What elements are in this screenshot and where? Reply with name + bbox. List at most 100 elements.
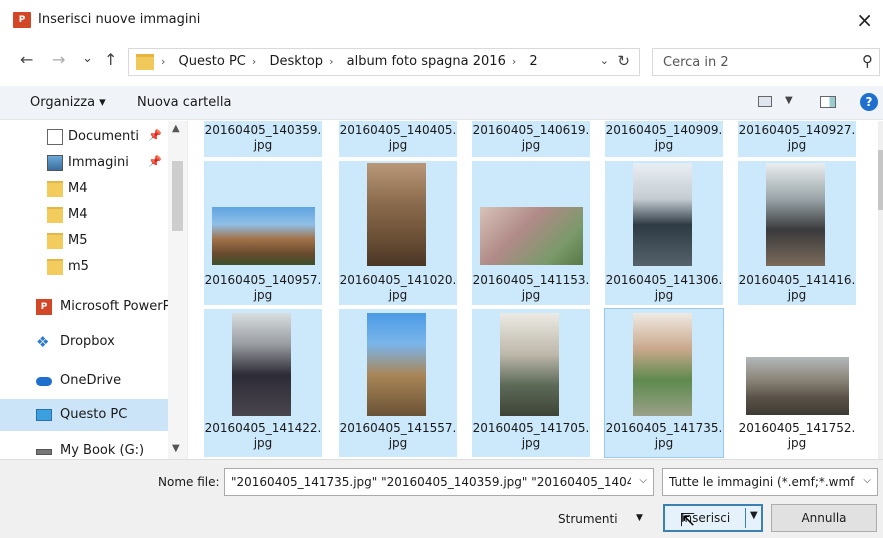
file-extension: jpg [654, 436, 674, 450]
breadcrumb-item[interactable]: Questo PC [179, 54, 246, 69]
file-tile[interactable]: 20160405_140957. jpg [204, 161, 322, 305]
image-thumbnail [367, 313, 426, 416]
filename-label: Nome file: [158, 475, 220, 489]
folder-icon [47, 233, 63, 249]
breadcrumb-item[interactable]: album foto spagna 2016 [347, 54, 506, 69]
scroll-down-icon[interactable]: ▼ [172, 443, 180, 454]
chevron-down-icon[interactable]: ▼ [636, 513, 643, 523]
chevron-down-icon[interactable]: ▼ [750, 510, 758, 521]
file-name: 20160405_141735. [605, 421, 723, 435]
address-bar[interactable]: › Questo PC › Desktop › album foto spagna … [128, 48, 640, 76]
navigation-bar: ← → ⌄ ↑ › Questo PC › Desktop › album foto… [0, 44, 883, 78]
up-arrow-icon[interactable]: ↑ [104, 50, 117, 69]
file-extension: jpg [388, 138, 408, 152]
insert-button[interactable]: Inserisci ▼ [663, 504, 763, 532]
forward-arrow-icon[interactable]: → [52, 50, 65, 69]
dropbox-icon: ❖ [36, 333, 50, 351]
folder-icon [136, 54, 154, 70]
sidebar-item-label: m5 [68, 259, 89, 274]
powerpoint-icon: P [36, 299, 52, 315]
sidebar-item-m5-lower[interactable]: m5 [0, 251, 168, 283]
file-name: 20160405_140927. [738, 123, 856, 137]
chevron-down-icon[interactable]: ▼ [785, 95, 793, 106]
organize-button[interactable]: Organizza ▾ [30, 95, 106, 110]
file-tile[interactable]: 20160405_141557. jpg [339, 309, 457, 457]
sidebar-item-questo-pc[interactable]: Questo PC [0, 399, 168, 431]
file-extension: jpg [787, 288, 807, 302]
file-extension: jpg [654, 288, 674, 302]
search-input[interactable]: Cerca in 2 ⚲ [652, 48, 880, 76]
file-name: 20160405_141752. [738, 421, 856, 435]
new-folder-button[interactable]: Nuova cartella [137, 95, 231, 110]
file-name: 20160405_140909. [605, 123, 723, 137]
file-extension: jpg [787, 436, 807, 450]
sidebar-item-label: Questo PC [60, 407, 128, 422]
cancel-button[interactable]: Annulla [771, 504, 877, 532]
folder-icon [47, 259, 63, 275]
file-name: 20160405_140359. [204, 123, 322, 137]
file-name: 20160405_140957. [204, 273, 322, 287]
image-thumbnail [633, 163, 692, 266]
breadcrumb-item[interactable]: 2 [529, 54, 537, 69]
image-thumbnail [500, 313, 559, 416]
file-tile[interactable]: 20160405_140619. jpg [472, 121, 590, 157]
file-name: 20160405_141416. [738, 273, 856, 287]
file-tile[interactable]: 20160405_141153. jpg [472, 161, 590, 305]
file-tile[interactable]: 20160405_141735. jpg [604, 308, 724, 458]
chevron-down-icon[interactable]: ⌄ [600, 54, 609, 67]
image-thumbnail [633, 313, 692, 416]
file-tile[interactable]: 20160405_140359. jpg [204, 121, 322, 157]
sidebar-item-powerpoint[interactable]: P Microsoft PowerP [0, 291, 171, 323]
folder-icon [47, 181, 63, 197]
sidebar-item-label: Microsoft PowerP [60, 299, 171, 314]
powerpoint-icon: P [13, 12, 31, 28]
sidebar-item-label: My Book (G:) [60, 443, 145, 458]
pin-icon[interactable]: 📌 [148, 129, 162, 142]
view-options-icon[interactable] [758, 96, 772, 107]
back-arrow-icon[interactable]: ← [20, 50, 33, 69]
sidebar-scrollbar-thumb[interactable] [172, 161, 183, 231]
sidebar-item-onedrive[interactable]: OneDrive [0, 365, 168, 397]
filename-value[interactable]: "20160405_141735.jpg" "20160405_140359.j… [231, 475, 631, 489]
help-icon[interactable]: ? [860, 93, 878, 111]
file-name: 20160405_140619. [472, 123, 590, 137]
file-type-value: Tutte le immagini (*.emf;*.wmf [669, 475, 855, 489]
sidebar-item-dropbox[interactable]: ❖ Dropbox [0, 326, 168, 358]
file-extension: jpg [521, 436, 541, 450]
documents-icon [47, 129, 63, 145]
close-icon[interactable]: × [856, 8, 873, 32]
preview-pane-icon[interactable] [820, 96, 836, 108]
search-icon[interactable]: ⚲ [862, 52, 873, 70]
sidebar-item-label: M4 [68, 181, 88, 196]
file-extension: jpg [521, 138, 541, 152]
cancel-label: Annulla [801, 511, 847, 525]
sidebar-item-label: M5 [68, 233, 88, 248]
file-name: 20160405_141020. [339, 273, 457, 287]
search-placeholder: Cerca in 2 [663, 55, 729, 70]
file-extension: jpg [388, 288, 408, 302]
tools-button[interactable]: Strumenti [558, 512, 618, 526]
scroll-up-icon[interactable]: ▲ [172, 123, 180, 134]
refresh-icon[interactable]: ↻ [617, 52, 630, 70]
filename-field[interactable]: "20160405_141735.jpg" "20160405_140359.j… [224, 468, 654, 496]
recent-locations-icon[interactable]: ⌄ [82, 51, 93, 66]
command-toolbar: Organizza ▾ Nuova cartella ▼ ? [0, 86, 883, 120]
file-tile[interactable]: 20160405_141416. jpg [738, 161, 856, 305]
file-tile[interactable]: 20160405_141422. jpg [204, 309, 322, 457]
chevron-down-icon[interactable]: ⌵ [639, 475, 647, 486]
file-tile[interactable]: 20160405_140405. jpg [339, 121, 457, 157]
file-tile[interactable]: 20160405_140909. jpg [605, 121, 723, 157]
file-tile[interactable]: 20160405_141020. jpg [339, 161, 457, 305]
pin-icon[interactable]: 📌 [148, 155, 162, 168]
content-scrollbar-thumb[interactable] [878, 150, 883, 210]
file-tile[interactable]: 20160405_141705. jpg [472, 309, 590, 457]
chevron-down-icon[interactable]: ⌵ [863, 475, 871, 486]
file-tile[interactable]: 20160405_140927. jpg [738, 121, 856, 157]
file-tile[interactable]: 20160405_141752. jpg [738, 309, 856, 457]
image-thumbnail [367, 163, 426, 266]
breadcrumb-item[interactable]: Desktop [269, 54, 323, 69]
file-tile[interactable]: 20160405_141306. jpg [605, 161, 723, 305]
drive-icon [36, 449, 52, 455]
dialog-footer: Nome file: "20160405_141735.jpg" "201604… [0, 459, 883, 538]
file-type-select[interactable]: Tutte le immagini (*.emf;*.wmf ⌵ [662, 468, 878, 496]
